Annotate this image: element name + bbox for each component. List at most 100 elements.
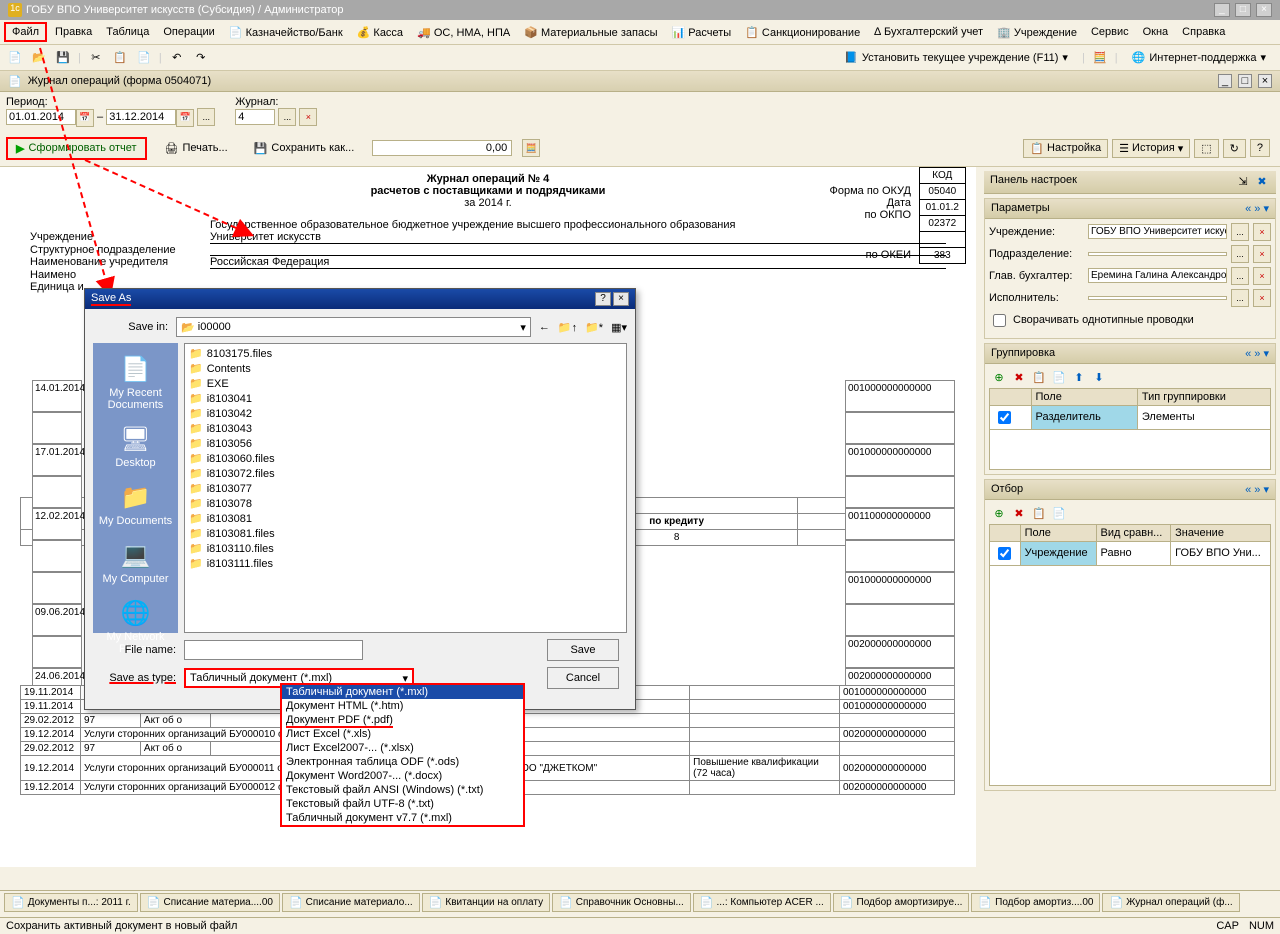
type-option[interactable]: Лист Excel2007-... (*.xlsx) [282,741,523,755]
journal-more-button[interactable]: ... [278,108,296,126]
up-folder-icon[interactable]: 📁↑ [558,321,577,334]
journal-clear-button[interactable]: × [299,108,317,126]
menu-file[interactable]: Файл [4,22,47,42]
calc-icon[interactable]: 🧮 [1091,49,1109,67]
back-icon[interactable]: ← [539,321,550,333]
type-option[interactable]: Табличный документ v7.7 (*.mxl) [282,811,523,825]
copy-icon[interactable]: 📋 [111,49,129,67]
new-folder-icon[interactable]: 📁* [585,321,603,334]
type-option[interactable]: Текстовый файл UTF-8 (*.txt) [282,797,523,811]
save-as-button[interactable]: 💾 Сохранить как... [246,139,363,158]
file-item[interactable]: 📁EXE [187,376,624,391]
dialog-close-button[interactable]: × [613,292,629,306]
menu-windows[interactable]: Окна [1137,24,1175,40]
tab-maximize[interactable]: □ [1238,74,1252,88]
delete-icon[interactable]: ✖ [1011,370,1027,386]
file-item[interactable]: 📁i8103077 [187,481,624,496]
inst-clear-button[interactable]: × [1253,223,1271,241]
bottom-tab[interactable]: 📄Документы п...: 2011 г. [4,893,138,912]
place-desktop[interactable]: 🖥Desktop [113,419,157,473]
date-from-input[interactable] [6,109,76,125]
panel-expand-icon[interactable]: ⇲ [1235,174,1251,190]
save-type-dropdown[interactable]: Табличный документ (*.mxl)Документ HTML … [280,683,525,827]
view-icon[interactable]: ▦▾ [611,321,627,334]
print-button[interactable]: 🖨 Печать... [157,139,236,158]
generate-report-button[interactable]: ▶ Сформировать отчет [6,137,147,160]
file-item[interactable]: 📁i8103042 [187,406,624,421]
internet-support-button[interactable]: 🌐 Интернет-поддержка ▾ [1124,48,1274,67]
date-to-input[interactable] [106,109,176,125]
type-option[interactable]: Табличный документ (*.mxl) [282,685,523,699]
tab-close[interactable]: × [1258,74,1272,88]
settings-button[interactable]: 📋 Настройка [1023,139,1108,158]
menu-institution[interactable]: 🏢 Учреждение [991,24,1083,41]
file-item[interactable]: 📁8103175.files [187,346,624,361]
file-item[interactable]: 📁i8103041 [187,391,624,406]
down-icon[interactable]: ⬇ [1091,370,1107,386]
save-in-combo[interactable]: 📂 i00000▾ [176,317,531,337]
question-icon[interactable]: ? [1250,139,1270,157]
calendar-from-icon[interactable]: 📅 [76,109,94,127]
grouping-table[interactable]: ПолеТип группировки РазделительЭлементы [989,388,1271,470]
journal-input[interactable]: 4 [235,109,275,125]
file-item[interactable]: 📁i8103043 [187,421,624,436]
menu-table[interactable]: Таблица [100,24,155,40]
menu-accounting[interactable]: ∆ Бухгалтерский учет [868,24,989,40]
menu-cash[interactable]: 💰 Касса [351,24,409,41]
filename-input[interactable] [184,640,363,660]
type-option[interactable]: Документ HTML (*.htm) [282,699,523,713]
minimize-button[interactable]: _ [1214,3,1230,17]
menu-operations[interactable]: Операции [157,24,220,40]
history-button[interactable]: ☰ История ▾ [1112,139,1190,158]
menu-sanction[interactable]: 📋 Санкционирование [739,24,866,41]
period-more-button[interactable]: ... [197,108,215,126]
file-item[interactable]: 📁i8103078 [187,496,624,511]
delete-icon[interactable]: ✖ [1011,506,1027,522]
add-icon[interactable]: ⊕ [991,506,1007,522]
file-item[interactable]: 📁Contents [187,361,624,376]
amount-input[interactable] [372,140,512,156]
close-button[interactable]: × [1256,3,1272,17]
accountant-select[interactable]: Еремина Галина Александровн [1088,268,1227,283]
menu-calc[interactable]: 📊 Расчеты [665,24,737,41]
file-item[interactable]: 📁i8103081.files [187,526,624,541]
redo-icon[interactable]: ↷ [192,49,210,67]
file-item[interactable]: 📁i8103072.files [187,466,624,481]
panel-close-icon[interactable]: ✖ [1254,174,1270,190]
new-icon[interactable]: 📄 [6,49,24,67]
place-recent[interactable]: 📄My Recent Documents [93,349,178,415]
bottom-tab[interactable]: 📄Справочник Основны... [552,893,691,912]
file-item[interactable]: 📁i8103110.files [187,541,624,556]
copy-icon[interactable]: 📋 [1031,370,1047,386]
filter-table[interactable]: ПолеВид сравн...Значение УчреждениеРавно… [989,524,1271,786]
menu-assets[interactable]: 🚚 ОС, НМА, НПА [411,24,516,41]
add-icon[interactable]: ⊕ [991,370,1007,386]
save-icon[interactable]: 💾 [54,49,72,67]
executor-select[interactable] [1088,296,1227,300]
subdivision-select[interactable] [1088,252,1227,256]
list-icon[interactable]: 📄 [1051,506,1067,522]
file-item[interactable]: 📁i8103060.files [187,451,624,466]
file-list[interactable]: 📁8103175.files📁Contents📁EXE📁i8103041📁i81… [184,343,627,633]
file-item[interactable]: 📁i8103111.files [187,556,624,571]
bottom-tab[interactable]: 📄Списание материа....00 [140,893,280,912]
tab-minimize[interactable]: _ [1218,74,1232,88]
menu-treasury[interactable]: 📄 Казначейство/Банк [223,24,349,41]
file-item[interactable]: 📁i8103081 [187,511,624,526]
up-icon[interactable]: ⬆ [1071,370,1087,386]
institution-select[interactable]: ГОБУ ВПО Университет искусс [1088,224,1227,239]
type-option[interactable]: Документ Word2007-... (*.docx) [282,769,523,783]
bottom-tab[interactable]: 📄Журнал операций (ф... [1102,893,1239,912]
bottom-tab[interactable]: 📄...: Компьютер ACER ... [693,893,831,912]
bottom-tab[interactable]: 📄Квитанции на оплату [422,893,550,912]
list-icon[interactable]: 📄 [1051,370,1067,386]
paste-icon[interactable]: 📄 [135,49,153,67]
collapse-checkbox[interactable] [993,314,1006,327]
calc-icon[interactable]: 🧮 [522,139,540,157]
type-option[interactable]: Текстовый файл ANSI (Windows) (*.txt) [282,783,523,797]
place-documents[interactable]: 📁My Documents [97,477,174,531]
cut-icon[interactable]: ✂ [87,49,105,67]
type-option[interactable]: Лист Excel (*.xls) [282,727,523,741]
save-button[interactable]: Save [547,639,619,661]
dialog-help-button[interactable]: ? [595,292,611,306]
